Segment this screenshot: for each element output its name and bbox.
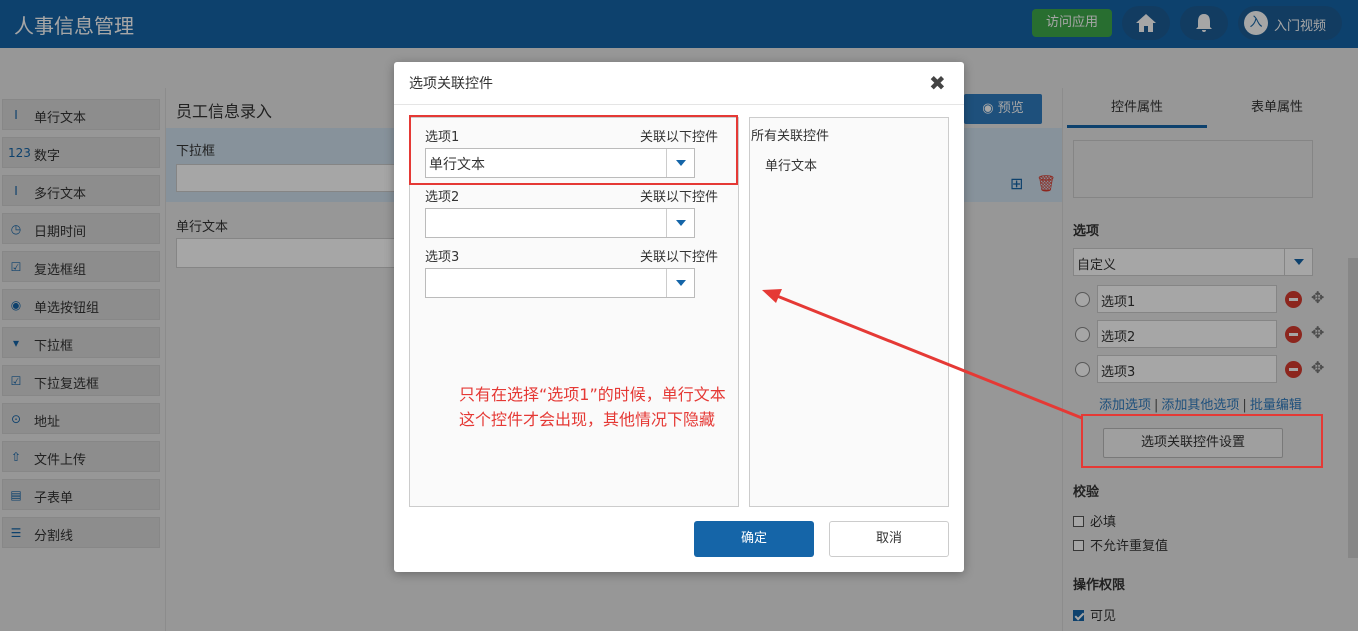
close-icon[interactable]: ✖ — [929, 71, 946, 95]
option-name: 选项3 — [425, 250, 460, 265]
dialog-divider — [394, 104, 964, 105]
annotation-note: 只有在选择“选项1”的时候，单行文本这个控件才会出现，其他情况下隐藏 — [459, 385, 726, 429]
all-assoc-title: 所有关联控件 — [751, 129, 830, 144]
assoc-control-item: 单行文本 — [765, 159, 818, 174]
chevron-down-icon — [666, 269, 694, 297]
all-assoc-controls-panel: 所有关联控件 单行文本 — [749, 117, 949, 507]
assoc-label: 关联以下控件 — [640, 190, 719, 205]
cancel-button[interactable]: 取消 — [829, 521, 949, 557]
assoc-control-select[interactable] — [425, 268, 695, 298]
annotation-highlight-box — [409, 115, 738, 185]
assoc-control-select[interactable] — [425, 208, 695, 238]
assoc-label: 关联以下控件 — [640, 250, 719, 265]
option-name: 选项2 — [425, 190, 460, 205]
confirm-button[interactable]: 确定 — [694, 521, 814, 557]
dialog-title: 选项关联控件 — [409, 76, 493, 92]
chevron-down-icon — [666, 209, 694, 237]
annotation-highlight-box — [1081, 414, 1323, 468]
